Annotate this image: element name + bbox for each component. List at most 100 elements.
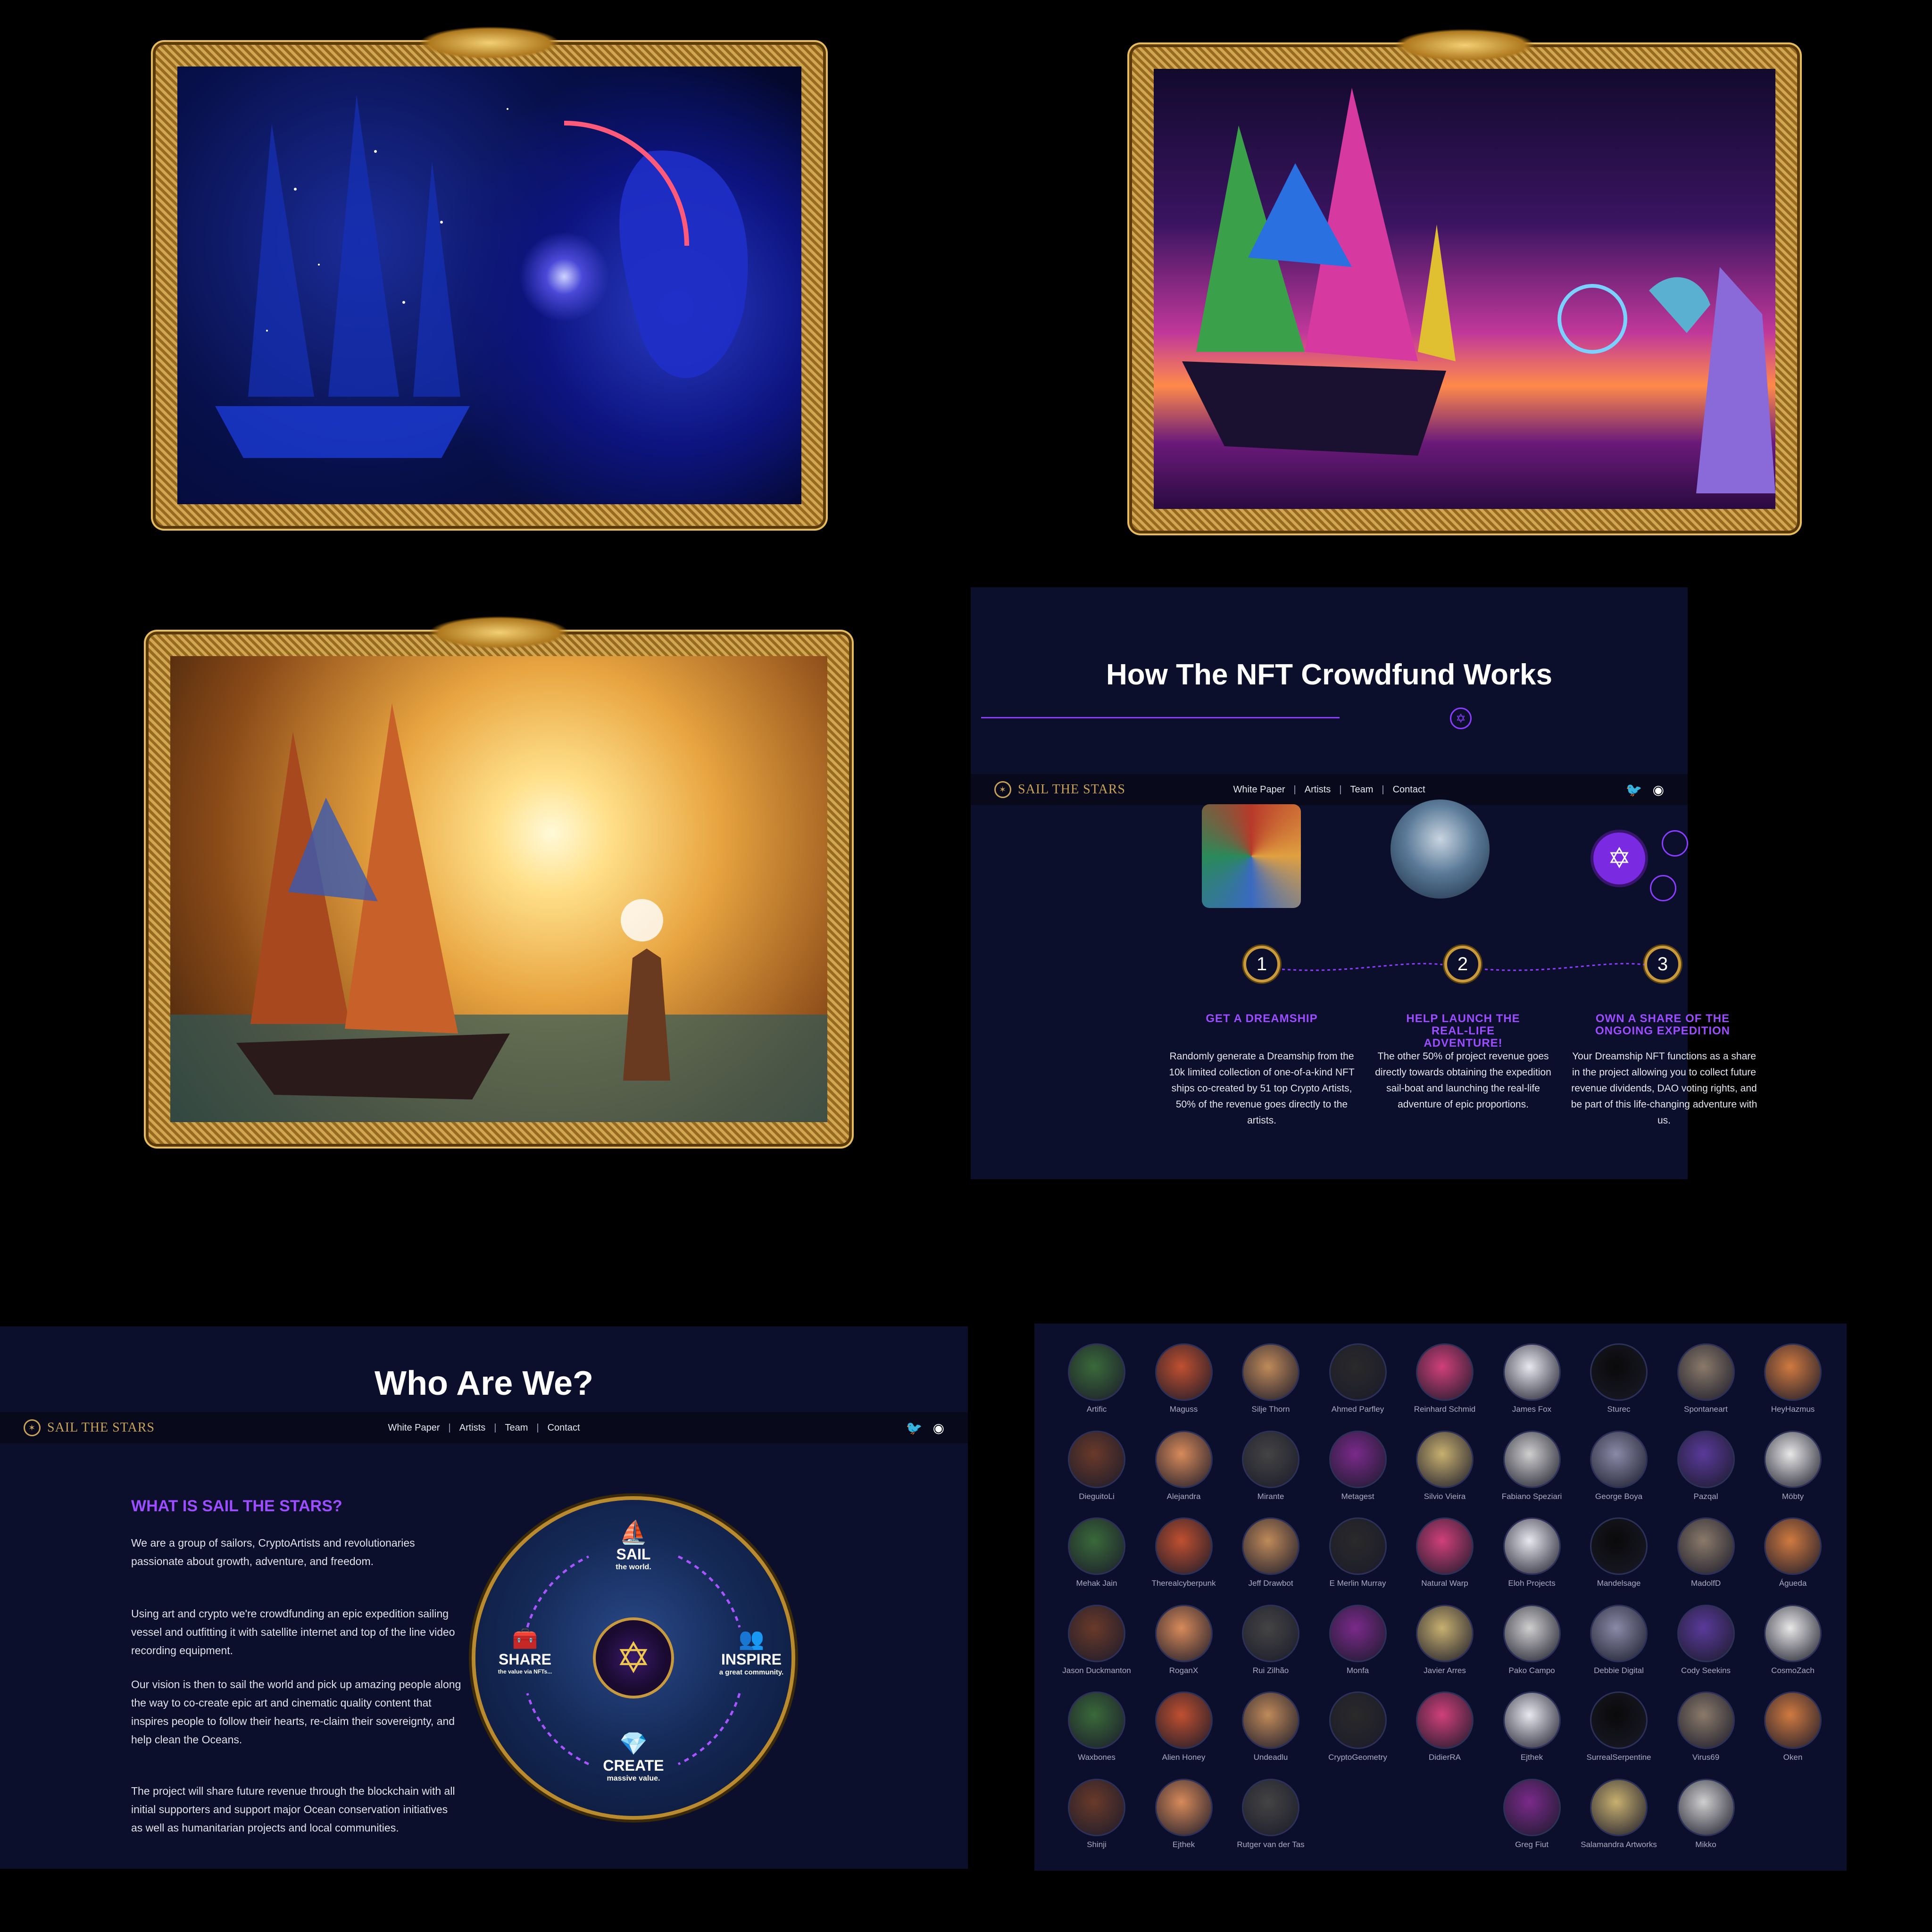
nav-white-paper[interactable]: White Paper	[388, 1423, 440, 1433]
artist-card[interactable]: DieguitoLi	[1057, 1430, 1137, 1501]
artist-card[interactable]: Möbty	[1753, 1430, 1833, 1501]
artist-card[interactable]: Águeda	[1753, 1517, 1833, 1588]
artist-name: Javier Arres	[1424, 1666, 1466, 1675]
artist-card[interactable]: RoganX	[1144, 1604, 1224, 1675]
artist-card[interactable]: Undeadlu	[1231, 1691, 1311, 1762]
crowdfund-section: How The NFT Crowdfund Works ✡ ✶ SAIL THE…	[971, 587, 1757, 1179]
artist-card[interactable]: DidierRA	[1405, 1691, 1485, 1762]
artist-card[interactable]: Mikko	[1666, 1778, 1746, 1849]
artist-avatar	[1155, 1778, 1213, 1836]
artist-card[interactable]: Mehak Jain	[1057, 1517, 1137, 1588]
artist-avatar	[1416, 1430, 1474, 1488]
artist-card[interactable]: Reinhard Schmid	[1405, 1343, 1485, 1414]
artist-card[interactable]: Ahmed Parfley	[1318, 1343, 1398, 1414]
twitter-icon[interactable]: 🐦	[906, 1420, 923, 1436]
artist-avatar	[1677, 1778, 1735, 1836]
site-logo[interactable]: ✶ SAIL THE STARS	[994, 781, 1125, 798]
artist-card[interactable]: E Merlin Murray	[1318, 1517, 1398, 1588]
artist-card[interactable]: Fabiano Speziari	[1492, 1430, 1572, 1501]
nav-separator: |	[1293, 784, 1296, 795]
nav-contact[interactable]: Contact	[1393, 784, 1425, 795]
artist-card[interactable]: CryptoGeometry	[1318, 1691, 1398, 1762]
artist-card[interactable]: Pako Campo	[1492, 1604, 1572, 1675]
artist-card[interactable]: HeyHazmus	[1753, 1343, 1833, 1414]
artist-avatar	[1068, 1343, 1125, 1401]
artist-card[interactable]: Alien Honey	[1144, 1691, 1224, 1762]
nav-contact[interactable]: Contact	[548, 1423, 580, 1433]
artist-avatar	[1329, 1343, 1387, 1401]
artist-card[interactable]: Shinji	[1057, 1778, 1137, 1849]
artist-name: Metagest	[1341, 1491, 1374, 1501]
step-text-1: Randomly generate a Dreamship from the 1…	[1169, 1051, 1355, 1126]
nav-team[interactable]: Team	[1350, 784, 1373, 795]
title-divider-left	[981, 717, 1340, 718]
nav-artists[interactable]: Artists	[1305, 784, 1331, 795]
discord-icon[interactable]: ◉	[933, 1420, 944, 1436]
artist-card[interactable]: Greg Fiut	[1492, 1778, 1572, 1849]
ship-icon: ⛵	[619, 1520, 648, 1545]
artist-card[interactable]: Artific	[1057, 1343, 1137, 1414]
artist-card[interactable]: Sturec	[1579, 1343, 1659, 1414]
artist-name: Virus69	[1692, 1753, 1720, 1762]
diamond-icon: 💎	[619, 1732, 648, 1757]
artist-card[interactable]: Waxbones	[1057, 1691, 1137, 1762]
nav-links: White Paper | Artists | Team | Contact	[388, 1423, 580, 1433]
artist-name: DidierRA	[1428, 1753, 1461, 1762]
artist-card[interactable]: Virus69	[1666, 1691, 1746, 1762]
artist-card[interactable]: Natural Warp	[1405, 1517, 1485, 1588]
artist-name: Oken	[1783, 1753, 1803, 1762]
artist-card[interactable]: Javier Arres	[1405, 1604, 1485, 1675]
artist-card[interactable]: Oken	[1753, 1691, 1833, 1762]
about-paragraph-1: We are a group of sailors, CryptoArtists…	[131, 1537, 415, 1567]
artist-card[interactable]: Rui Zilhão	[1231, 1604, 1311, 1675]
artist-card[interactable]: Mandelsage	[1579, 1517, 1659, 1588]
artist-card[interactable]: Ejthek	[1492, 1691, 1572, 1762]
artist-card[interactable]: Mirante	[1231, 1430, 1311, 1501]
artist-card[interactable]: Jason Duckmanton	[1057, 1604, 1137, 1675]
artist-name: Waxbones	[1078, 1753, 1116, 1762]
treasure-chest-icon: 🧰	[512, 1627, 538, 1650]
artist-card[interactable]: Alejandra	[1144, 1430, 1224, 1501]
artist-card[interactable]: MadolfD	[1666, 1517, 1746, 1588]
nav-team[interactable]: Team	[505, 1423, 528, 1433]
twitter-icon[interactable]: 🐦	[1626, 782, 1642, 798]
artist-card[interactable]: SurrealSerpentine	[1579, 1691, 1659, 1762]
artist-card[interactable]: Pazqal	[1666, 1430, 1746, 1501]
artist-name: Maguss	[1169, 1405, 1198, 1414]
artist-card[interactable]: Metagest	[1318, 1430, 1398, 1501]
artist-name: HeyHazmus	[1771, 1405, 1815, 1414]
nav-artists[interactable]: Artists	[459, 1423, 486, 1433]
artist-avatar	[1242, 1691, 1299, 1749]
artist-card[interactable]: CosmoZach	[1753, 1604, 1833, 1675]
artist-card[interactable]: Silvio Vieira	[1405, 1430, 1485, 1501]
artist-card[interactable]: Therealcyberpunk	[1144, 1517, 1224, 1588]
hexagram-icon: ✡	[1593, 833, 1645, 884]
artist-name: James Fox	[1512, 1405, 1552, 1414]
artist-card[interactable]: Silje Thorn	[1231, 1343, 1311, 1414]
community-icon: 👥	[738, 1627, 765, 1650]
artist-card[interactable]: Spontaneart	[1666, 1343, 1746, 1414]
artist-card[interactable]: George Boya	[1579, 1430, 1659, 1501]
artist-card[interactable]: Ejthek	[1144, 1778, 1224, 1849]
artist-card[interactable]: Salamandra Artworks	[1579, 1778, 1659, 1849]
artist-card[interactable]: Jeff Drawbot	[1231, 1517, 1311, 1588]
discord-icon[interactable]: ◉	[1653, 782, 1664, 798]
artist-card[interactable]: Maguss	[1144, 1343, 1224, 1414]
artist-avatar	[1416, 1343, 1474, 1401]
artist-card[interactable]: Rutger van der Tas	[1231, 1778, 1311, 1849]
artist-name: Silje Thorn	[1251, 1405, 1290, 1414]
artist-card[interactable]: James Fox	[1492, 1343, 1572, 1414]
artist-card[interactable]: Monfa	[1318, 1604, 1398, 1675]
who-are-we-section: Who Are We? ✶ SAIL THE STARS White Paper…	[0, 1326, 968, 1869]
step-heading-3: OWN A SHARE OF THE ONGOING EXPEDITION	[1595, 1012, 1731, 1037]
artist-card[interactable]: Eloh Projects	[1492, 1517, 1572, 1588]
site-logo[interactable]: ✶ SAIL THE STARS	[24, 1419, 155, 1436]
nav-white-paper[interactable]: White Paper	[1233, 784, 1285, 795]
artist-name: Mandelsage	[1597, 1579, 1641, 1588]
artist-card[interactable]: Debbie Digital	[1579, 1604, 1659, 1675]
about-paragraph-3: Our vision is then to sail the world and…	[131, 1678, 461, 1746]
artist-card[interactable]: Cody Seekins	[1666, 1604, 1746, 1675]
artist-name: Rui Zilhão	[1252, 1666, 1289, 1675]
cycle-label: INSPIRE	[721, 1651, 782, 1668]
artist-avatar	[1677, 1517, 1735, 1575]
